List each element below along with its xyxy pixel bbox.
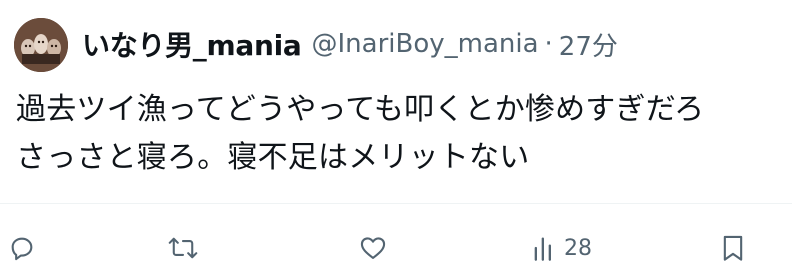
bookmark-icon bbox=[723, 235, 743, 261]
bookmark-button[interactable] bbox=[720, 234, 746, 262]
heart-icon bbox=[360, 237, 386, 259]
tweet-text-line: さっさと寝ろ。寝不足はメリットない bbox=[16, 140, 530, 175]
avatar-image bbox=[14, 18, 68, 72]
avatar[interactable] bbox=[14, 18, 68, 72]
tweet-text: 過去ツイ漁ってどうやっても叩くとか惨めすぎだろ さっさと寝ろ。寝不足はメリットな… bbox=[16, 86, 786, 182]
tweet-card[interactable]: いなり男_mania @InariBoy_mania · 27分 過去ツイ漁って… bbox=[0, 0, 792, 264]
tweet-header: いなり男_mania @InariBoy_mania · 27分 bbox=[82, 22, 618, 66]
display-name[interactable]: いなり男_mania bbox=[82, 24, 302, 64]
views-icon bbox=[534, 237, 551, 261]
timestamp[interactable]: 27分 bbox=[559, 26, 618, 63]
like-button[interactable] bbox=[358, 234, 388, 262]
tweet-text-line: 過去ツイ漁ってどうやっても叩くとか惨めすぎだろ bbox=[16, 92, 705, 127]
reply-icon bbox=[11, 237, 33, 261]
retweet-button[interactable] bbox=[168, 234, 198, 262]
retweet-icon bbox=[168, 237, 198, 259]
views-button[interactable]: 28 bbox=[532, 234, 592, 262]
reply-button[interactable] bbox=[8, 234, 36, 262]
views-count: 28 bbox=[564, 235, 592, 261]
separator-dot: · bbox=[544, 29, 553, 59]
user-handle[interactable]: @InariBoy_mania bbox=[312, 29, 539, 59]
divider bbox=[0, 203, 792, 204]
action-bar: 28 bbox=[0, 226, 792, 266]
